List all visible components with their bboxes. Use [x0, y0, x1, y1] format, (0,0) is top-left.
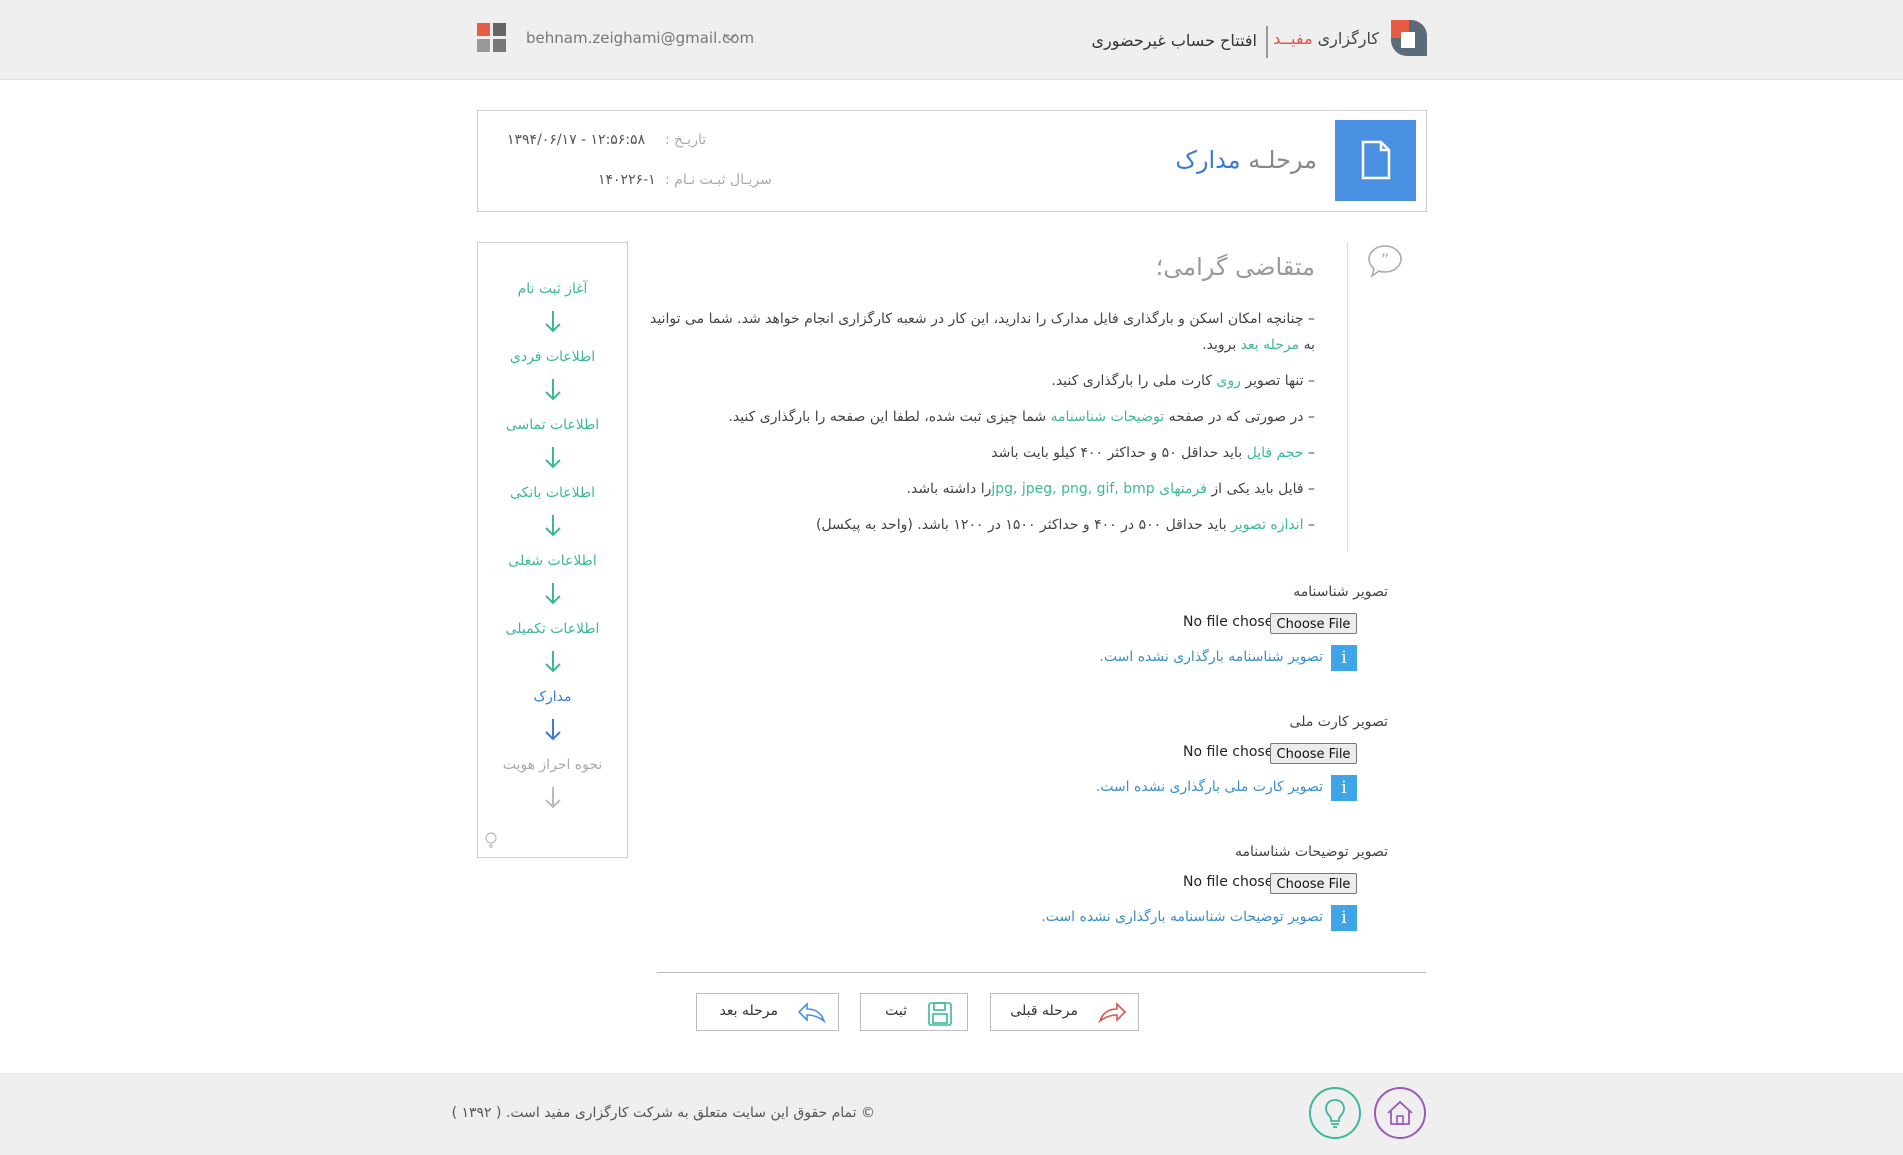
arrow-down-icon — [545, 515, 561, 537]
serial-value: ۱۴۰۲۲۶-۱ — [598, 172, 656, 188]
birth-certificate-notes-label: تصویر توضیحات شناسنامه — [1235, 844, 1388, 860]
apps-grid-icon[interactable] — [477, 23, 507, 53]
chevron-down-icon[interactable] — [722, 30, 738, 44]
stage-title: مرحلـه مدارک — [1175, 146, 1317, 174]
arrow-down-icon — [545, 379, 561, 401]
arrow-down-icon — [545, 719, 561, 741]
arrow-down-icon — [545, 447, 561, 469]
notice-title: متقاضی گرامی؛ — [1155, 253, 1315, 281]
step-job-info[interactable]: اطلاعات شغلی — [478, 553, 627, 569]
steps-sidebar: آغاز ثبت نام اطلاعات فردی اطلاعات تماسی … — [477, 242, 628, 858]
step-start[interactable]: آغاز ثبت نام — [478, 281, 627, 297]
notice-divider — [1347, 242, 1348, 552]
reply-arrow-icon — [797, 1002, 826, 1024]
floppy-disk-icon — [928, 1002, 952, 1026]
birth-certificate-label: تصویر شناسنامه — [1293, 584, 1388, 600]
arrow-down-icon — [545, 787, 561, 809]
user-email-menu[interactable]: behnam.zeighami@gmail.com — [526, 29, 754, 47]
notice-item: – فایل باید یکی از فرمتهای jpg, jpeg, pn… — [906, 481, 1315, 497]
step-bank-info[interactable]: اطلاعات بانکی — [478, 485, 627, 501]
file-status-text: No file chosen — [1183, 874, 1283, 890]
date-label: تاریـخ : — [665, 132, 707, 148]
forward-arrow-icon — [1098, 1002, 1127, 1024]
birth-certificate-choose-file-button[interactable]: Choose File — [1270, 613, 1357, 634]
tips-button[interactable] — [1309, 1087, 1361, 1139]
next-step-button[interactable]: مرحله بعد — [696, 993, 839, 1031]
lightbulb-icon — [1325, 1099, 1345, 1128]
file-status-text: No file chosen — [1183, 614, 1283, 630]
brand-name[interactable]: کارگزاری مفیــد — [1273, 29, 1379, 48]
birth-certificate-notes-choose-file-button[interactable]: Choose File — [1270, 873, 1357, 894]
speech-bubble-quote-icon: ” — [1368, 245, 1402, 278]
form-divider — [657, 972, 1426, 973]
arrow-down-icon — [545, 583, 561, 605]
home-icon — [1387, 1100, 1413, 1125]
upload-status-message: تصویر توضیحات شناسنامه بارگذاری نشده است… — [1041, 909, 1323, 925]
step-identity-verification: نحوه احراز هویت — [502, 757, 603, 773]
step-personal-info[interactable]: اطلاعات فردی — [478, 349, 627, 365]
next-step-link[interactable]: مرحله بعد — [1241, 337, 1299, 353]
info-icon: i — [1331, 905, 1357, 931]
mofid-logo-icon[interactable] — [1389, 18, 1429, 58]
step-contact-info[interactable]: اطلاعات تماسی — [478, 417, 627, 433]
upload-status-message: تصویر کارت ملی بارگذاری نشده است. — [1095, 779, 1323, 795]
national-card-choose-file-button[interactable]: Choose File — [1270, 743, 1357, 764]
notice-item: – حجم فایل باید حداقل ۵۰ و حداکثر ۴۰۰ کی… — [991, 445, 1315, 461]
page-footer — [0, 1073, 1903, 1155]
arrow-down-icon — [545, 311, 561, 333]
copyright-text: © تمام حقوق این سایت متعلق به شرکت کارگز… — [451, 1105, 875, 1121]
date-value: ۱۳۹۴/۰۶/۱۷ - ۱۲:۵۶:۵۸ — [507, 132, 646, 148]
page-heading: افتتاح حساب غیرحضوری — [1091, 31, 1257, 50]
info-icon: i — [1331, 775, 1357, 801]
svg-text:”: ” — [1381, 250, 1389, 269]
notice-item: – اندازه تصویر باید حداقل ۵۰۰ در ۴۰۰ و ح… — [815, 517, 1315, 533]
notice-item: – چنانچه امکان اسکن و بارگذاری فایل مدار… — [650, 311, 1315, 353]
notice-item: – تنها تصویر روی کارت ملی را بارگذاری کن… — [1051, 373, 1315, 389]
step-extra-info[interactable]: اطلاعات تکمیلی — [478, 621, 627, 637]
save-button[interactable]: ثبت — [860, 993, 968, 1031]
serial-label: سریـال ثبـت نـام : — [665, 172, 772, 188]
notice-list: – چنانچه امکان اسکن و بارگذاری فایل مدار… — [635, 306, 1315, 548]
notice-item: – در صورتی که در صفحه توضیحات شناسنامه ش… — [728, 409, 1315, 425]
previous-step-button[interactable]: مرحله قبلی — [990, 993, 1139, 1031]
arrow-down-icon — [545, 651, 561, 673]
lightbulb-icon — [485, 832, 497, 848]
file-status-text: No file chosen — [1183, 744, 1283, 760]
header-divider — [1266, 26, 1268, 58]
step-documents[interactable]: مدارک — [478, 689, 627, 705]
home-button[interactable] — [1374, 1087, 1426, 1139]
upload-status-message: تصویر شناسنامه بارگذاری نشده است. — [1099, 649, 1323, 665]
info-icon: i — [1331, 645, 1357, 671]
document-icon — [1335, 120, 1416, 201]
national-card-label: تصویر کارت ملی — [1289, 714, 1388, 730]
top-header — [0, 0, 1903, 80]
